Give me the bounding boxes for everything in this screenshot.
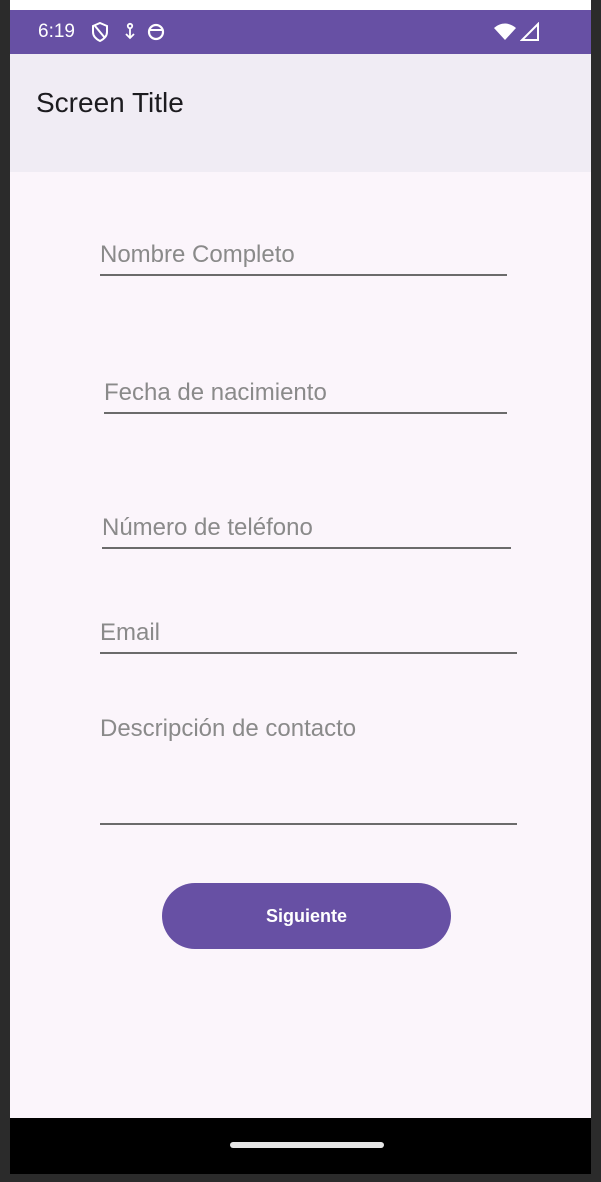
wifi-icon bbox=[492, 20, 518, 44]
description-placeholder: Descripción de contacto bbox=[100, 715, 357, 742]
email-placeholder: Email bbox=[100, 619, 161, 646]
device-frame-right bbox=[591, 0, 601, 1182]
description-field[interactable]: Descripción de contacto bbox=[100, 711, 517, 825]
phone-screen: 6:19 Screen Title Nombre Completo Fecha … bbox=[0, 0, 601, 1182]
download-icon bbox=[118, 20, 142, 44]
top-margin bbox=[0, 0, 601, 10]
next-button-label: Siguiente bbox=[265, 905, 347, 926]
shield-icon bbox=[88, 20, 112, 44]
phone-field[interactable]: Número de teléfono bbox=[102, 511, 511, 549]
email-field[interactable]: Email bbox=[100, 616, 517, 654]
sync-icon bbox=[144, 20, 168, 44]
screen-title: Screen Title bbox=[36, 87, 184, 118]
top-app-bar: Screen Title bbox=[10, 54, 591, 172]
navigation-bar bbox=[10, 1118, 591, 1174]
birth-date-field[interactable]: Fecha de nacimiento bbox=[104, 375, 507, 414]
next-button[interactable]: Siguiente bbox=[162, 883, 451, 949]
device-frame-bottom bbox=[0, 1174, 601, 1182]
full-name-field[interactable]: Nombre Completo bbox=[100, 238, 507, 276]
phone-placeholder: Número de teléfono bbox=[102, 514, 313, 541]
birth-date-placeholder: Fecha de nacimiento bbox=[104, 379, 327, 406]
device-frame-left bbox=[0, 0, 10, 1182]
signal-icon bbox=[518, 20, 542, 44]
status-bar: 6:19 bbox=[10, 10, 591, 54]
full-name-placeholder: Nombre Completo bbox=[100, 241, 295, 268]
home-gesture-handle[interactable] bbox=[230, 1142, 384, 1148]
status-time: 6:19 bbox=[38, 21, 75, 42]
